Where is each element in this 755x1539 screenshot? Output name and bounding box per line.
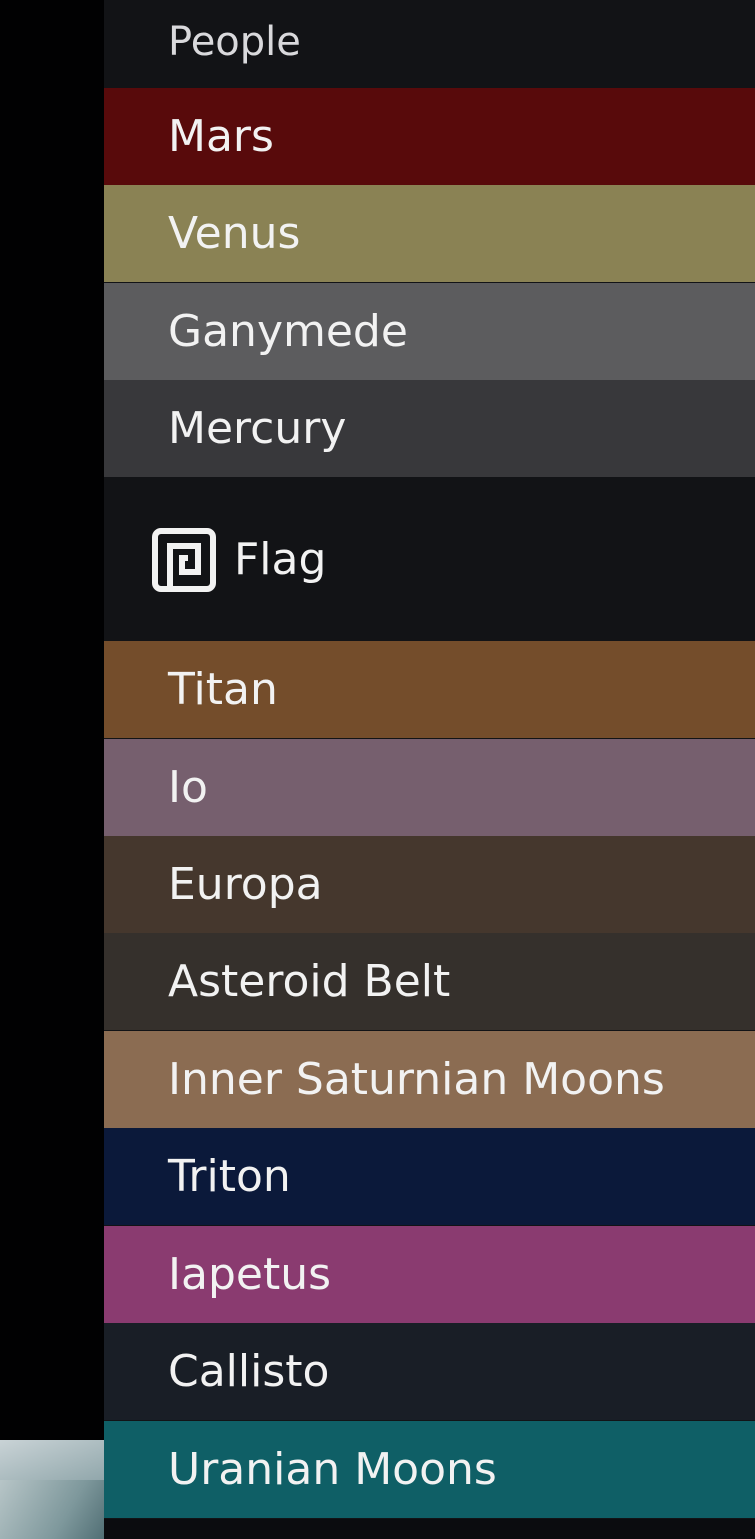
team-label: Titan <box>168 664 278 715</box>
team-row-inner-saturnian-moons[interactable]: Inner Saturnian Moons <box>104 1031 755 1128</box>
game-screen: People Mars Venus Ganymede Mercury Flag … <box>0 0 755 1539</box>
team-label: Venus <box>168 208 301 259</box>
team-row-uranian-moons[interactable]: Uranian Moons <box>104 1421 755 1518</box>
flag-section-label: Flag <box>234 534 327 585</box>
team-label: Europa <box>168 859 323 910</box>
team-row-io[interactable]: Io <box>104 739 755 836</box>
team-label: Mars <box>168 111 274 162</box>
team-row-triton[interactable]: Triton <box>104 1128 755 1225</box>
team-row-mars[interactable]: Mars <box>104 88 755 185</box>
people-header: People <box>104 0 755 84</box>
team-row-europa[interactable]: Europa <box>104 836 755 933</box>
team-row-venus[interactable]: Venus <box>104 185 755 282</box>
background-terrain-shadow <box>0 1480 110 1539</box>
flag-section-header: Flag <box>104 478 755 641</box>
team-row-ganymede[interactable]: Ganymede <box>104 283 755 380</box>
team-label: Callisto <box>168 1346 330 1397</box>
team-row-titan[interactable]: Titan <box>104 641 755 738</box>
team-label: Uranian Moons <box>168 1444 497 1495</box>
team-label: Iapetus <box>168 1249 332 1300</box>
team-label: Triton <box>168 1151 291 1202</box>
team-row-iapetus[interactable]: Iapetus <box>104 1226 755 1323</box>
team-row-asteroid-belt[interactable]: Asteroid Belt <box>104 933 755 1030</box>
team-label: Asteroid Belt <box>168 956 451 1007</box>
flag-icon <box>152 527 216 592</box>
team-row-mercury[interactable]: Mercury <box>104 380 755 477</box>
team-row-callisto[interactable]: Callisto <box>104 1323 755 1420</box>
team-list-panel: People Mars Venus Ganymede Mercury Flag … <box>104 0 755 1539</box>
team-label: Inner Saturnian Moons <box>168 1054 665 1105</box>
team-label: Ganymede <box>168 306 408 357</box>
panel-bottom-edge <box>104 1519 755 1539</box>
team-label: Io <box>168 762 208 813</box>
team-label: Mercury <box>168 403 347 454</box>
